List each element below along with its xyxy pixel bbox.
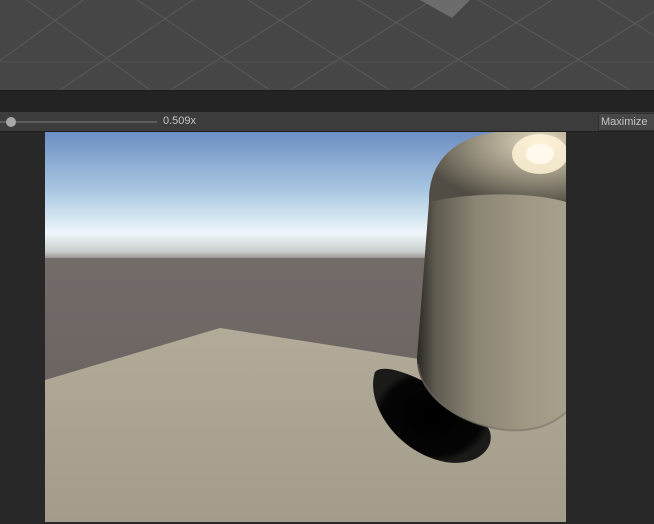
game-render[interactable] bbox=[45, 132, 566, 522]
maximize-on-play-button[interactable]: Maximize bbox=[598, 113, 654, 131]
scale-slider[interactable] bbox=[0, 112, 160, 132]
game-view bbox=[0, 132, 654, 524]
unity-editor: 0.509x Maximize bbox=[0, 0, 654, 524]
scene-grid bbox=[0, 0, 654, 90]
scale-slider-track bbox=[0, 121, 157, 123]
scene-view[interactable] bbox=[0, 0, 654, 90]
game-view-toolbar: 0.509x Maximize bbox=[0, 112, 654, 132]
scale-value-label: 0.509x bbox=[163, 115, 197, 127]
scale-slider-thumb[interactable] bbox=[6, 117, 16, 127]
panel-divider bbox=[0, 90, 654, 112]
